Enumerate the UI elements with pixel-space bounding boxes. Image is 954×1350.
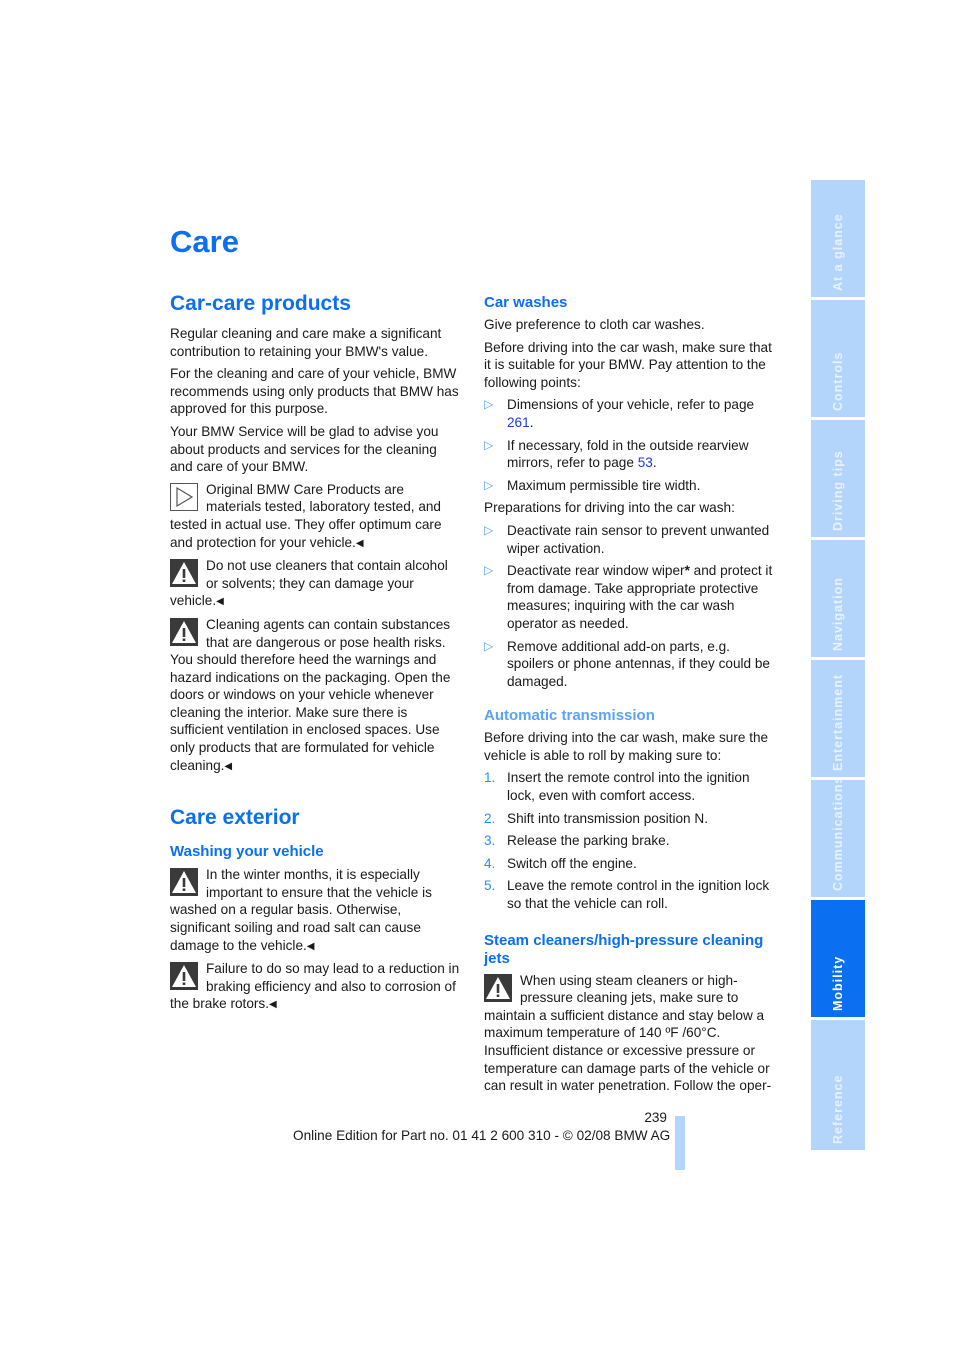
list-item: 1. Insert the remote control into the ign…	[484, 770, 750, 804]
subsection-title-steam-cleaners: Steam cleaners/high-pressure cleaning je…	[484, 931, 764, 967]
list-item: ▷ Dimensions of your vehicle, refer to p…	[484, 397, 755, 430]
section-title-care-exterior: Care exterior	[170, 806, 300, 830]
paragraph: Preparations for driving into the car wa…	[484, 500, 735, 516]
end-mark: ◀	[224, 760, 233, 772]
list-item: 4. Switch off the engine.	[484, 855, 637, 871]
list-item: ▷ Deactivate rear window wiper* and prot…	[484, 563, 773, 631]
page-number: 239	[644, 1110, 667, 1125]
list-item: 3. Release the parking brake.	[484, 833, 670, 849]
paragraph: Give preference to cloth car washes.	[484, 317, 705, 332]
warning-block: When using steam cleaners or high-pressu…	[484, 972, 776, 1042]
car-wash-points-list: ▷ Dimensions of your vehicle, refer to p…	[484, 396, 776, 494]
list-item: 2. Shift into transmission position N.	[484, 810, 708, 826]
end-mark: ◀	[355, 537, 364, 549]
subsection-title-washing: Washing your vehicle	[170, 843, 324, 861]
subsection-title-automatic-transmission: Automatic transmission	[484, 707, 655, 725]
tab-reference[interactable]: Reference	[811, 1020, 865, 1150]
bullet-triangle-icon: ▷	[484, 638, 494, 653]
tab-mobility[interactable]: Mobility	[811, 900, 865, 1017]
tab-communications[interactable]: Communications	[811, 780, 865, 897]
bullet-triangle-icon: ▷	[484, 437, 494, 452]
page-link-261[interactable]: 261	[507, 415, 530, 430]
tab-entertainment[interactable]: Entertainment	[811, 660, 865, 777]
list-item: ▷ Deactivate rain sensor to prevent unwa…	[484, 522, 770, 556]
warning-text: Failure to do so may lead to a reduction…	[170, 961, 460, 1012]
footer-edition-text: Online Edition for Part no. 01 41 2 600 …	[293, 1128, 671, 1143]
page-link-53[interactable]: 53	[638, 455, 653, 470]
tab-driving-tips[interactable]: Driving tips	[811, 420, 865, 537]
section-title-car-care-products: Car-care products	[170, 292, 351, 315]
bullet-triangle-icon: ▷	[484, 522, 494, 537]
chapter-tabs: At a glance Controls Driving tips Naviga…	[811, 180, 865, 1153]
tab-controls[interactable]: Controls	[811, 300, 865, 417]
warning-text: In the winter months, it is especially i…	[170, 867, 432, 953]
note-text: Original BMW Care Products are materials…	[170, 481, 442, 550]
warning-text: When using steam cleaners or high-pressu…	[484, 972, 765, 1041]
paragraph: Before driving into the car wash, make s…	[484, 339, 772, 390]
warning-text: Do not use cleaners that contain alcohol…	[170, 558, 448, 609]
right-column: Car washes Give preference to cloth car …	[484, 294, 776, 1095]
end-mark: ◀	[268, 999, 277, 1011]
note-triangle-icon	[170, 482, 198, 511]
paragraph: Your BMW Service will be glad to advise …	[170, 423, 439, 475]
auto-transmission-steps: 1. Insert the remote control into the ign…	[484, 769, 776, 912]
list-item: ▷ Remove additional add-on parts, e.g. s…	[484, 638, 770, 689]
note-block: Original BMW Care Products are materials…	[170, 481, 462, 552]
bullet-triangle-icon: ▷	[484, 563, 494, 578]
page-title: Care	[170, 224, 239, 259]
paragraph: Before driving into the car wash, make s…	[484, 730, 769, 763]
list-item: ▷ Maximum permissible tire width.	[484, 477, 701, 493]
bullet-triangle-icon: ▷	[484, 477, 494, 492]
left-column: Car-care products Regular cleaning and c…	[170, 291, 462, 1014]
warning-icon	[170, 617, 198, 646]
warning-block: Do not use cleaners that contain alcohol…	[170, 557, 462, 611]
end-mark: ◀	[306, 940, 315, 952]
paragraph: Regular cleaning and care make a signifi…	[170, 326, 442, 359]
footer-accent-bar	[675, 1116, 685, 1170]
warning-block: In the winter months, it is especially i…	[170, 866, 462, 955]
warning-block: Failure to do so may lead to a reduction…	[170, 960, 462, 1014]
tab-at-a-glance[interactable]: At a glance	[811, 180, 865, 297]
preparations-list: ▷ Deactivate rain sensor to prevent unwa…	[484, 522, 776, 690]
end-mark: ◀	[216, 596, 224, 608]
paragraph: Insufficient distance or excessive press…	[484, 1043, 772, 1094]
list-item: ▷ If necessary, fold in the outside rear…	[484, 437, 749, 471]
warning-icon	[170, 868, 198, 897]
bullet-triangle-icon: ▷	[484, 397, 494, 412]
list-item: 5. Leave the remote control in the igniti…	[484, 878, 770, 912]
paragraph: For the cleaning and care of your vehicl…	[170, 366, 459, 417]
warning-icon	[170, 962, 198, 991]
warning-text: Cleaning agents can contain substances t…	[170, 616, 451, 773]
warning-icon	[170, 559, 198, 588]
warning-block: Cleaning agents can contain substances t…	[170, 616, 462, 775]
tab-navigation[interactable]: Navigation	[811, 540, 865, 657]
warning-icon	[484, 973, 512, 1002]
subsection-title-car-washes: Car washes	[484, 294, 568, 311]
